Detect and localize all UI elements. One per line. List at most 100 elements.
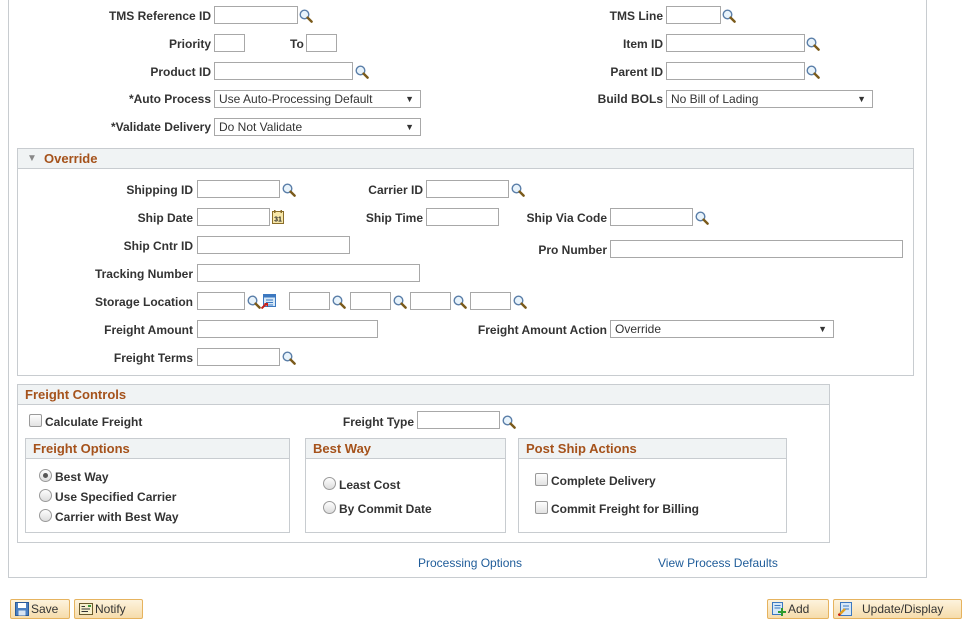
tms-line-lookup-icon[interactable] [722, 9, 736, 23]
freight-amount-action-value: Override [615, 322, 662, 336]
update-display-label: Update/Display [862, 602, 944, 616]
update-display-button[interactable]: Update/Display [833, 599, 962, 619]
calculate-freight-label: Calculate Freight [45, 415, 143, 429]
priority-to-label: To [290, 37, 304, 51]
freight-terms-label: Freight Terms [113, 351, 193, 365]
product-id-lookup-icon[interactable] [355, 65, 369, 79]
freight-controls-header: Freight Controls [18, 385, 829, 405]
shipping-id-label: Shipping ID [126, 183, 193, 197]
best-way-header: Best Way [306, 439, 505, 459]
save-disk-icon [15, 602, 29, 616]
storage-location-input-1[interactable] [197, 292, 245, 310]
save-label: Save [31, 602, 59, 616]
ship-date-label: Ship Date [137, 211, 193, 225]
validate-delivery-label: *Validate Delivery [110, 120, 211, 134]
view-process-defaults-link[interactable]: View Process Defaults [658, 556, 778, 570]
build-bols-value: No Bill of Lading [671, 92, 759, 106]
freight-type-label: Freight Type [342, 415, 414, 429]
freight-options-header: Freight Options [26, 439, 289, 459]
add-icon [772, 602, 786, 616]
tms-reference-id-label: TMS Reference ID [108, 9, 211, 23]
tracking-number-input[interactable] [197, 264, 420, 282]
ship-via-code-lookup-icon[interactable] [695, 211, 709, 225]
tracking-number-label: Tracking Number [94, 267, 193, 281]
item-id-input[interactable] [666, 34, 805, 52]
carrier-id-input[interactable] [426, 180, 509, 198]
tms-line-input[interactable] [666, 6, 721, 24]
notify-icon [79, 603, 93, 615]
carrier-id-label: Carrier ID [368, 183, 423, 197]
best-way-radio[interactable] [39, 469, 52, 482]
complete-delivery-label: Complete Delivery [551, 474, 656, 488]
chevron-down-icon: ▼ [857, 94, 866, 104]
least-cost-radio[interactable] [323, 477, 336, 490]
storage-location-input-4[interactable] [410, 292, 451, 310]
best-way-title: Best Way [313, 441, 372, 456]
save-button[interactable]: Save [10, 599, 70, 619]
storage-location-input-2[interactable] [289, 292, 330, 310]
ship-time-input[interactable] [426, 208, 499, 226]
storage-location-input-3[interactable] [350, 292, 391, 310]
complete-delivery-checkbox[interactable] [535, 473, 548, 486]
parent-id-lookup-icon[interactable] [806, 65, 820, 79]
post-ship-actions-title: Post Ship Actions [526, 441, 637, 456]
storage-location-input-5[interactable] [470, 292, 511, 310]
freight-amount-action-select[interactable]: Override ▼ [610, 320, 834, 338]
ship-via-code-input[interactable] [610, 208, 693, 226]
freight-controls-title: Freight Controls [25, 387, 127, 402]
item-id-label: Item ID [622, 37, 663, 51]
calendar-icon[interactable]: 31 [272, 210, 284, 224]
ship-cntr-id-label: Ship Cntr ID [123, 239, 193, 253]
storage-location-1-lookup-icon[interactable] [247, 295, 261, 309]
ship-date-input[interactable] [197, 208, 270, 226]
post-ship-actions-header: Post Ship Actions [519, 439, 786, 459]
freight-type-lookup-icon[interactable] [502, 415, 516, 429]
pro-number-input[interactable] [610, 240, 903, 258]
tms-reference-id-input[interactable] [214, 6, 298, 24]
product-id-input[interactable] [214, 62, 353, 80]
item-id-lookup-icon[interactable] [806, 37, 820, 51]
collapse-triangle-icon[interactable]: ▼ [27, 149, 37, 168]
commit-freight-for-billing-checkbox[interactable] [535, 501, 548, 514]
override-header[interactable]: ▼ Override [18, 149, 913, 169]
tms-reference-id-lookup-icon[interactable] [299, 9, 313, 23]
shipping-id-lookup-icon[interactable] [282, 183, 296, 197]
shipping-id-input[interactable] [197, 180, 280, 198]
parent-id-input[interactable] [666, 62, 805, 80]
priority-from-input[interactable] [214, 34, 245, 52]
auto-process-select[interactable]: Use Auto-Processing Default ▼ [214, 90, 421, 108]
add-button[interactable]: Add [767, 599, 829, 619]
carrier-with-best-way-radio[interactable] [39, 509, 52, 522]
validate-delivery-select[interactable]: Do Not Validate ▼ [214, 118, 421, 136]
ship-time-label: Ship Time [365, 211, 423, 225]
pro-number-label: Pro Number [538, 243, 607, 257]
by-commit-date-radio[interactable] [323, 501, 336, 514]
storage-location-3-lookup-icon[interactable] [393, 295, 407, 309]
freight-amount-input[interactable] [197, 320, 378, 338]
build-bols-select[interactable]: No Bill of Lading ▼ [666, 90, 873, 108]
tms-line-label: TMS Line [609, 9, 663, 23]
notify-button[interactable]: Notify [74, 599, 143, 619]
ship-cntr-id-input[interactable] [197, 236, 350, 254]
ship-via-code-label: Ship Via Code [526, 211, 607, 225]
freight-amount-label: Freight Amount [104, 323, 193, 337]
storage-location-5-lookup-icon[interactable] [513, 295, 527, 309]
carrier-with-best-way-label: Carrier with Best Way [55, 510, 179, 524]
chevron-down-icon: ▼ [405, 122, 414, 132]
storage-location-4-lookup-icon[interactable] [453, 295, 467, 309]
storage-location-label: Storage Location [94, 295, 193, 309]
freight-type-input[interactable] [417, 411, 500, 429]
storage-location-detail-icon[interactable] [261, 294, 276, 309]
calculate-freight-checkbox[interactable] [29, 414, 42, 427]
storage-location-2-lookup-icon[interactable] [332, 295, 346, 309]
auto-process-value: Use Auto-Processing Default [219, 92, 373, 106]
least-cost-label: Least Cost [339, 478, 401, 492]
freight-options-title: Freight Options [33, 441, 130, 456]
freight-terms-input[interactable] [197, 348, 280, 366]
processing-options-link[interactable]: Processing Options [418, 556, 522, 570]
priority-to-input[interactable] [306, 34, 337, 52]
use-specified-carrier-label: Use Specified Carrier [55, 490, 177, 504]
carrier-id-lookup-icon[interactable] [511, 183, 525, 197]
use-specified-carrier-radio[interactable] [39, 489, 52, 502]
freight-terms-lookup-icon[interactable] [282, 351, 296, 365]
